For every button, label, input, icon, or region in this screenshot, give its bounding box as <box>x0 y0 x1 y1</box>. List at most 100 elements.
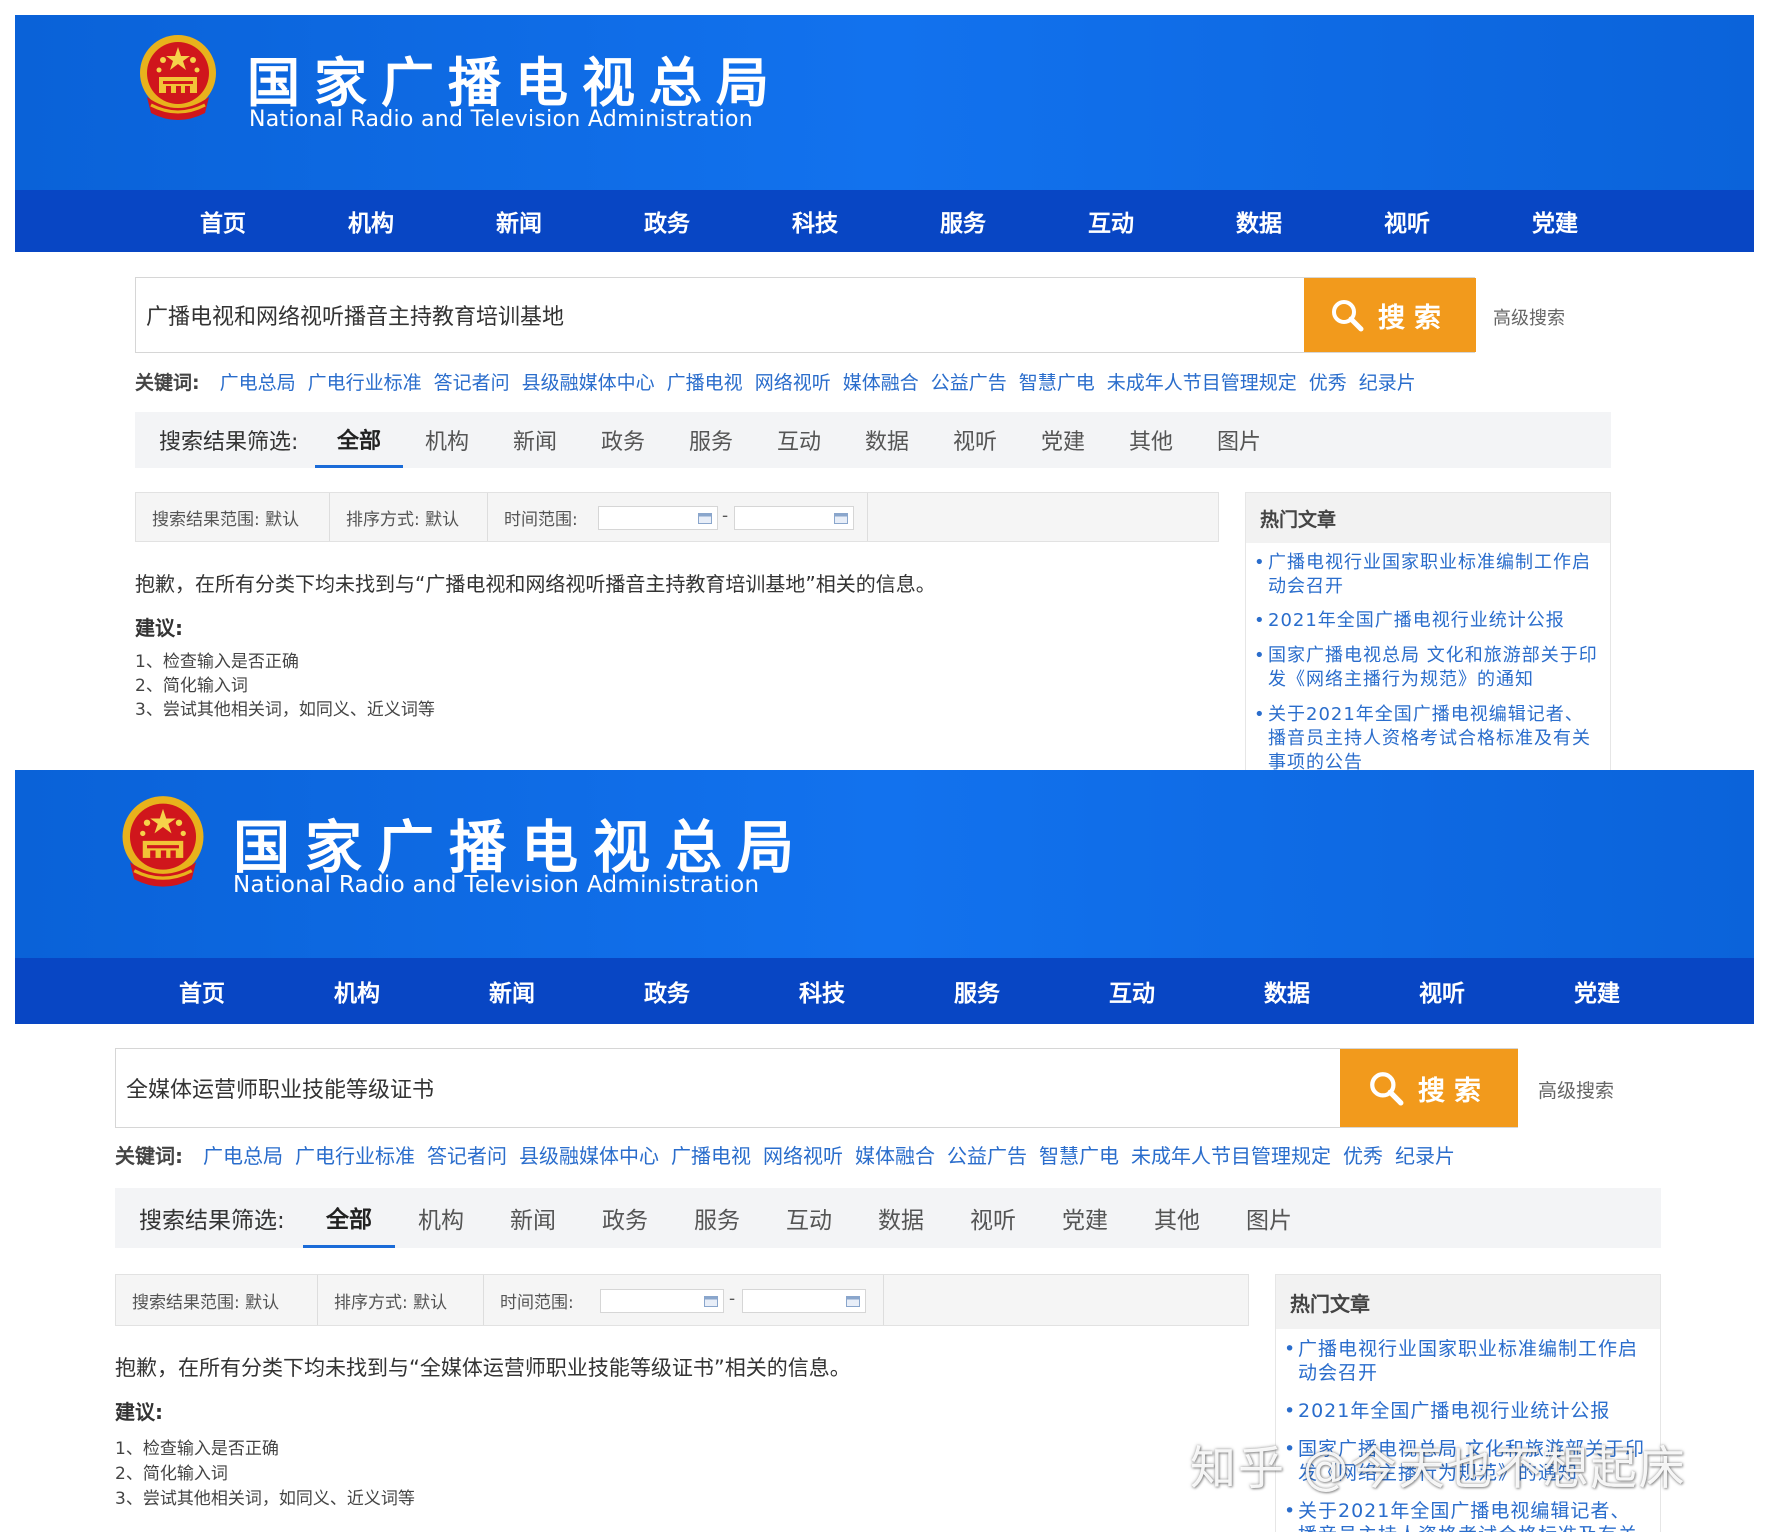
calendar-icon <box>834 513 848 524</box>
filter-tab-interact[interactable]: 互动 <box>763 1188 855 1248</box>
nav-item-party[interactable]: 党建 <box>1537 958 1657 1024</box>
start-date-field[interactable] <box>600 1289 724 1313</box>
filter-tab-service[interactable]: 服务 <box>667 412 755 468</box>
nav-item-org[interactable]: 机构 <box>316 190 426 252</box>
nav-item-interact[interactable]: 互动 <box>1072 958 1192 1024</box>
nav-item-home[interactable]: 首页 <box>142 958 262 1024</box>
nav-item-av[interactable]: 视听 <box>1352 190 1462 252</box>
end-date-field[interactable] <box>742 1289 866 1313</box>
nav-item-home[interactable]: 首页 <box>168 190 278 252</box>
filter-tab-party[interactable]: 党建 <box>1019 412 1107 468</box>
keyword-link[interactable]: 智慧广电 <box>1019 368 1095 395</box>
filter-tab-av[interactable]: 视听 <box>947 1188 1039 1248</box>
keyword-link[interactable]: 县级融媒体中心 <box>519 1140 659 1169</box>
keyword-link[interactable]: 智慧广电 <box>1039 1140 1119 1169</box>
keyword-link[interactable]: 广播电视 <box>671 1140 751 1169</box>
hot-article-link[interactable]: 关于2021年全国广播电视编辑记者、播音员主持人资格考试合格标准及有关事项的公告 <box>1284 1499 1648 1532</box>
search-button[interactable]: 搜索 <box>1340 1049 1518 1127</box>
search-input[interactable] <box>136 278 1304 352</box>
sort-option[interactable]: 排序方式: 默认 <box>318 1275 484 1325</box>
screenshot-2: 国家广播电视总局 National Radio and Television A… <box>0 770 1769 1532</box>
suggestion-item: 3、尝试其他相关词，如同义、近义词等 <box>135 700 435 720</box>
keyword-link[interactable]: 答记者问 <box>427 1140 507 1169</box>
nav-item-av[interactable]: 视听 <box>1382 958 1502 1024</box>
site-subtitle: National Radio and Television Administra… <box>249 107 754 132</box>
filter-tab-image[interactable]: 图片 <box>1195 412 1283 468</box>
nav-item-service[interactable]: 服务 <box>908 190 1018 252</box>
keyword-link[interactable]: 网络视听 <box>755 368 831 395</box>
start-date-field[interactable] <box>598 506 718 530</box>
keyword-link[interactable]: 广播电视 <box>667 368 743 395</box>
keyword-link[interactable]: 未成年人节目管理规定 <box>1107 368 1297 395</box>
hot-article-link[interactable]: 2021年全国广播电视行业统计公报 <box>1284 1399 1648 1423</box>
filter-tab-all[interactable]: 全部 <box>315 412 403 468</box>
suggestion-item: 2、简化输入词 <box>135 676 248 696</box>
nav-item-org[interactable]: 机构 <box>297 958 417 1024</box>
nav-item-data[interactable]: 数据 <box>1204 190 1314 252</box>
scope-option[interactable]: 搜索结果范围: 默认 <box>136 493 330 541</box>
filter-tab-gov[interactable]: 政务 <box>579 1188 671 1248</box>
nav-item-data[interactable]: 数据 <box>1227 958 1347 1024</box>
watermark: 知乎 @今天也不想起床 <box>1190 1441 1687 1495</box>
suggestions-title: 建议: <box>115 1400 163 1424</box>
end-date-field[interactable] <box>734 506 854 530</box>
keyword-link[interactable]: 纪录片 <box>1395 1140 1455 1169</box>
nav-item-interact[interactable]: 互动 <box>1056 190 1166 252</box>
keyword-link[interactable]: 广电总局 <box>220 368 296 395</box>
keyword-link[interactable]: 优秀 <box>1343 1140 1383 1169</box>
nav-item-service[interactable]: 服务 <box>917 958 1037 1024</box>
search-icon <box>1370 1072 1404 1106</box>
keyword-link[interactable]: 媒体融合 <box>855 1140 935 1169</box>
date-separator: - <box>722 506 729 526</box>
filter-tab-news[interactable]: 新闻 <box>491 412 579 468</box>
keyword-link[interactable]: 网络视听 <box>763 1140 843 1169</box>
keyword-link[interactable]: 公益广告 <box>947 1140 1027 1169</box>
keyword-link[interactable]: 公益广告 <box>931 368 1007 395</box>
filter-tab-news[interactable]: 新闻 <box>487 1188 579 1248</box>
nav-item-news[interactable]: 新闻 <box>464 190 574 252</box>
filter-tab-service[interactable]: 服务 <box>671 1188 763 1248</box>
keyword-link[interactable]: 媒体融合 <box>843 368 919 395</box>
hot-article-link[interactable]: 2021年全国广播电视行业统计公报 <box>1254 609 1598 633</box>
filter-tab-image[interactable]: 图片 <box>1223 1188 1315 1248</box>
filter-tab-other[interactable]: 其他 <box>1107 412 1195 468</box>
hot-article-link[interactable]: 广播电视行业国家职业标准编制工作启动会召开 <box>1254 551 1598 599</box>
suggestion-item: 3、尝试其他相关词，如同义、近义词等 <box>115 1489 415 1509</box>
nav-item-gov[interactable]: 政务 <box>607 958 727 1024</box>
filter-tab-party[interactable]: 党建 <box>1039 1188 1131 1248</box>
nav-item-tech[interactable]: 科技 <box>762 958 882 1024</box>
filter-tab-all[interactable]: 全部 <box>303 1188 395 1248</box>
hot-article-link[interactable]: 国家广播电视总局 文化和旅游部关于印发《网络主播行为规范》的通知 <box>1254 644 1598 692</box>
search-input[interactable] <box>116 1049 1340 1127</box>
filter-tab-org[interactable]: 机构 <box>395 1188 487 1248</box>
search-button[interactable]: 搜索 <box>1304 278 1476 352</box>
nav-item-gov[interactable]: 政务 <box>612 190 722 252</box>
filter-tab-av[interactable]: 视听 <box>931 412 1019 468</box>
filter-tab-interact[interactable]: 互动 <box>755 412 843 468</box>
keyword-link[interactable]: 广电行业标准 <box>295 1140 415 1169</box>
nav-item-news[interactable]: 新闻 <box>452 958 572 1024</box>
filter-tab-data[interactable]: 数据 <box>855 1188 947 1248</box>
filter-tab-other[interactable]: 其他 <box>1131 1188 1223 1248</box>
nav-item-party[interactable]: 党建 <box>1500 190 1610 252</box>
filter-tab-gov[interactable]: 政务 <box>579 412 667 468</box>
keyword-link[interactable]: 纪录片 <box>1359 368 1416 395</box>
hot-article-link[interactable]: 广播电视行业国家职业标准编制工作启动会召开 <box>1284 1337 1648 1385</box>
keyword-link[interactable]: 优秀 <box>1309 368 1347 395</box>
keyword-link[interactable]: 县级融媒体中心 <box>522 368 655 395</box>
keyword-link[interactable]: 广电总局 <box>203 1140 283 1169</box>
advanced-search-link[interactable]: 高级搜索 <box>1538 1076 1614 1103</box>
nav-item-tech[interactable]: 科技 <box>760 190 870 252</box>
search-button-label: 搜索 <box>1418 1075 1490 1107</box>
keyword-link[interactable]: 广电行业标准 <box>308 368 422 395</box>
sort-option[interactable]: 排序方式: 默认 <box>330 493 488 541</box>
search-options-bar: 搜索结果范围: 默认 排序方式: 默认 时间范围: - <box>135 492 1219 542</box>
scope-option[interactable]: 搜索结果范围: 默认 <box>116 1275 318 1325</box>
keyword-link[interactable]: 未成年人节目管理规定 <box>1131 1140 1331 1169</box>
filter-tab-org[interactable]: 机构 <box>403 412 491 468</box>
hot-article-link[interactable]: 关于2021年全国广播电视编辑记者、播音员主持人资格考试合格标准及有关事项的公告 <box>1254 703 1598 770</box>
keyword-link[interactable]: 答记者问 <box>434 368 510 395</box>
advanced-search-link[interactable]: 高级搜索 <box>1493 304 1565 330</box>
suggestion-item: 1、检查输入是否正确 <box>135 652 299 672</box>
filter-tab-data[interactable]: 数据 <box>843 412 931 468</box>
